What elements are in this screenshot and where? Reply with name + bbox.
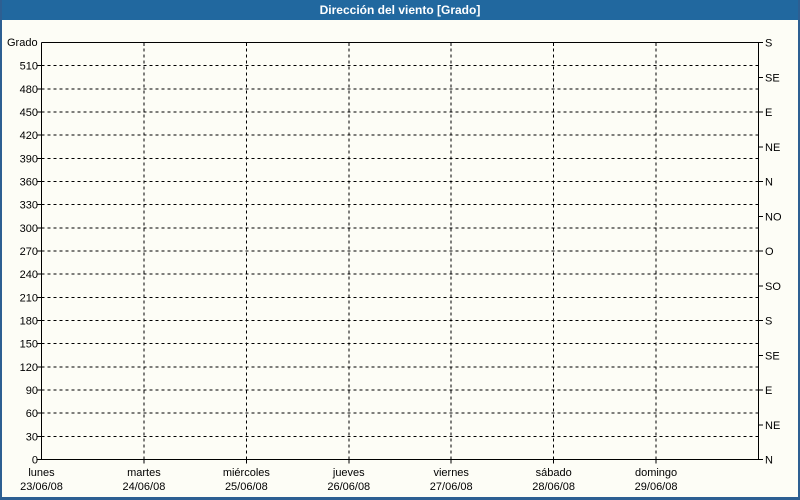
compass-label: N — [765, 177, 773, 189]
y-tick-label: 240 — [20, 269, 38, 281]
y-tick-label: 90 — [26, 385, 38, 397]
wind-direction-window: Dirección del viento [Grado] Grado 0 30 60… — [0, 0, 800, 500]
date-label: 29/06/08 — [635, 481, 678, 493]
y-tick-label: 120 — [20, 362, 38, 374]
y-tick-label: 510 — [20, 61, 38, 73]
y-tick-label: 360 — [20, 177, 38, 189]
compass-label: NE — [765, 420, 780, 432]
wind-direction-chart: 0 30 60 90 120 150 180 210 240 270 300 330 360 390 420… — [20, 38, 782, 494]
y-tick-label: 450 — [20, 107, 38, 119]
compass-label: SO — [765, 281, 781, 293]
compass-label: NO — [765, 211, 782, 223]
weekday-label: lunes — [28, 467, 55, 479]
weekday-label: domingo — [635, 467, 677, 479]
compass-label: S — [765, 38, 772, 50]
y-axis-unit-label: Grado — [7, 37, 38, 49]
compass-label: E — [765, 385, 772, 397]
y-tick-label: 150 — [20, 339, 38, 351]
y-tick-label: 330 — [20, 200, 38, 212]
compass-label: S — [765, 316, 772, 328]
weekday-label: miércoles — [223, 467, 271, 479]
compass-label: NE — [765, 142, 780, 154]
y-tick-label: 180 — [20, 316, 38, 328]
y-tick-label: 420 — [20, 130, 38, 142]
compass-label: O — [765, 246, 774, 258]
weekday-label: martes — [127, 467, 161, 479]
weekday-label: jueves — [332, 467, 365, 479]
compass-label: SE — [765, 350, 780, 362]
weekday-label: sábado — [536, 467, 572, 479]
chart-title-bar: Dirección del viento [Grado] — [2, 0, 798, 20]
y-tick-label: 390 — [20, 153, 38, 165]
y-tick-label: 30 — [26, 431, 38, 443]
chart-title: Dirección del viento [Grado] — [319, 3, 481, 17]
date-label: 27/06/08 — [430, 481, 473, 493]
compass-label: E — [765, 107, 772, 119]
compass-label: N — [765, 455, 773, 467]
date-label: 24/06/08 — [123, 481, 166, 493]
date-label: 23/06/08 — [20, 481, 63, 493]
y-tick-label: 300 — [20, 223, 38, 235]
y-tick-label: 270 — [20, 246, 38, 258]
compass-label: SE — [765, 72, 780, 84]
y-tick-label: 210 — [20, 292, 38, 304]
date-label: 25/06/08 — [225, 481, 268, 493]
weekday-label: viernes — [433, 467, 469, 479]
date-label: 26/06/08 — [327, 481, 370, 493]
y-tick-label: 0 — [32, 455, 38, 467]
date-label: 28/06/08 — [532, 481, 575, 493]
y-tick-label: 480 — [20, 84, 38, 96]
y-tick-label: 60 — [26, 408, 38, 420]
